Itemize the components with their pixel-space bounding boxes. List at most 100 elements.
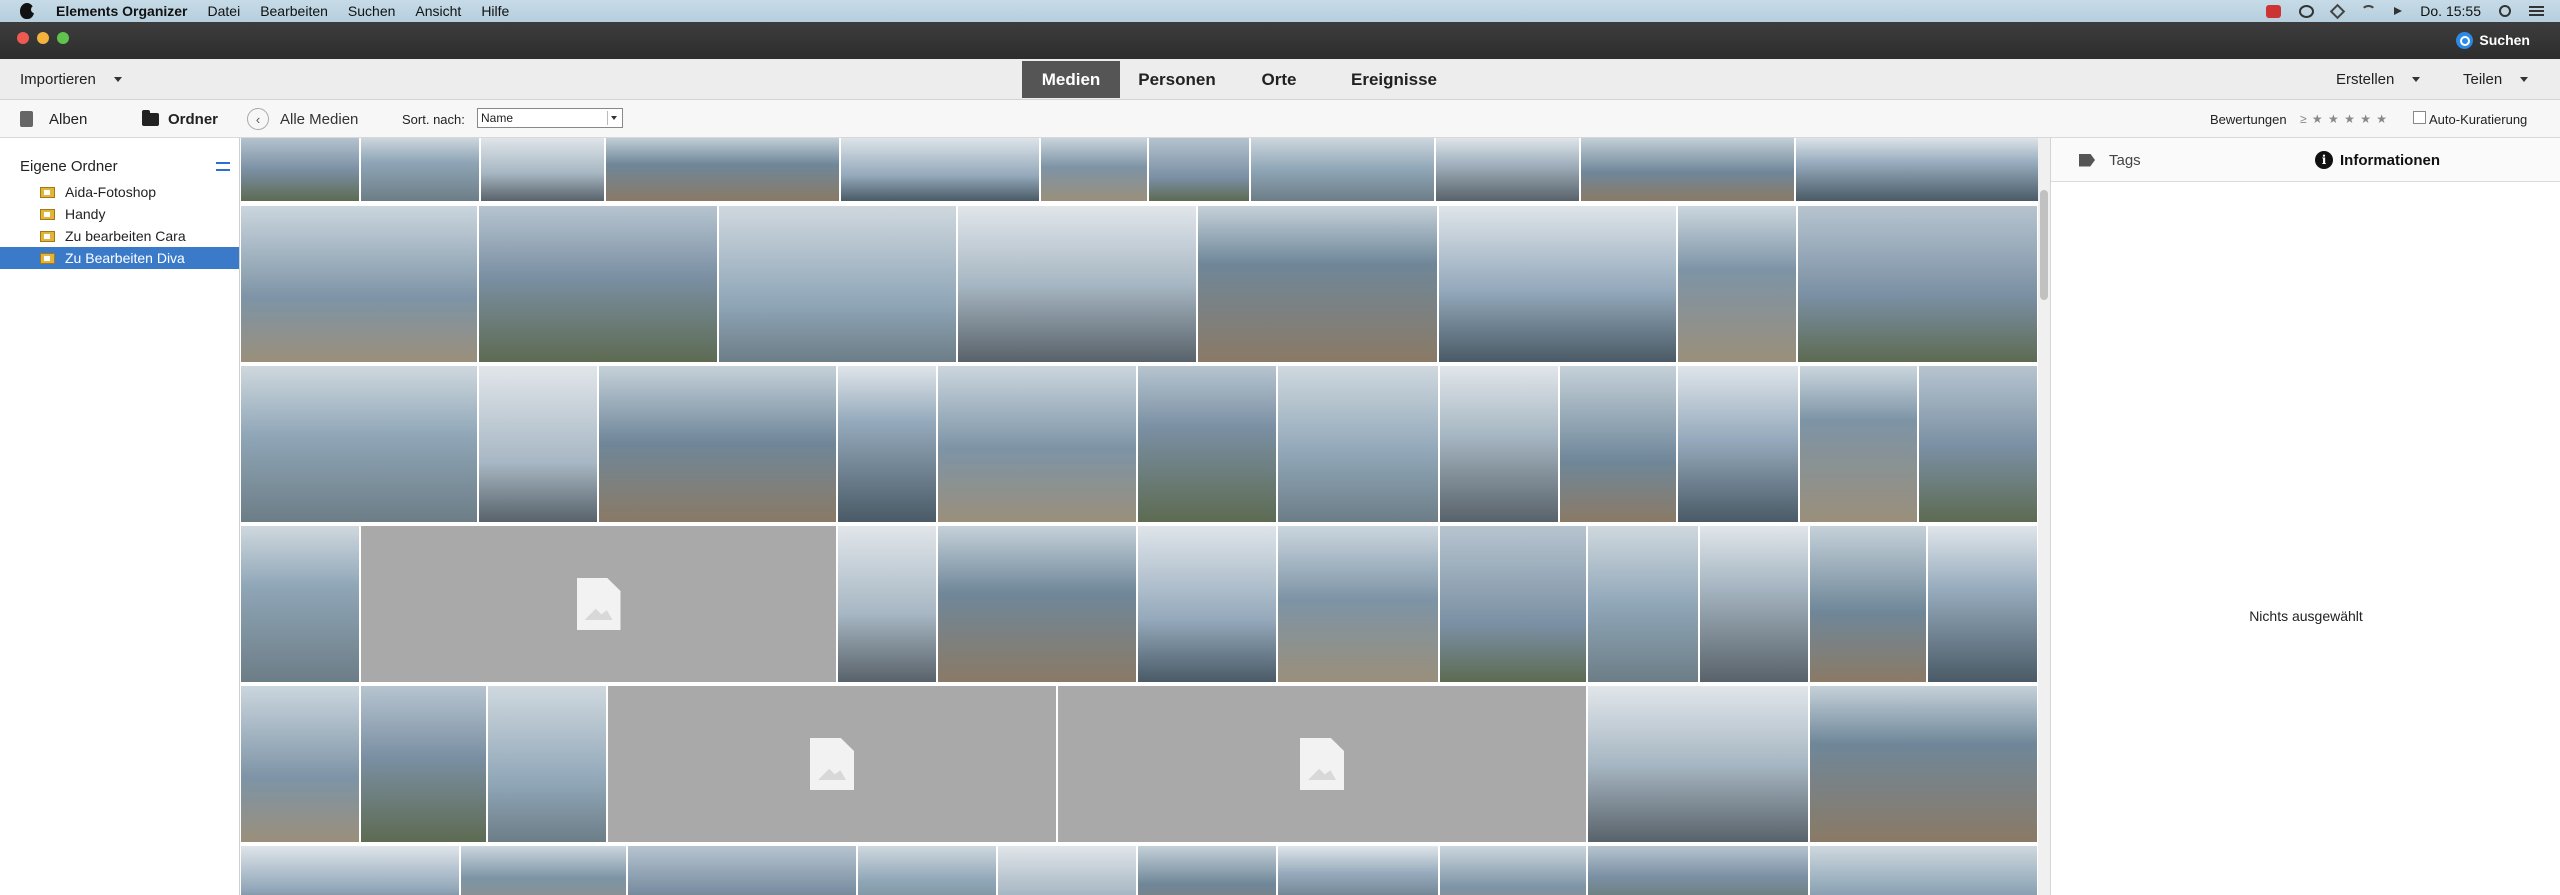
photo-thumbnail[interactable] — [841, 138, 1039, 201]
photo-thumbnail[interactable] — [1800, 366, 1917, 522]
photo-thumbnail[interactable] — [361, 686, 486, 842]
menu-bearbeiten[interactable]: Bearbeiten — [260, 3, 328, 19]
folder-item[interactable]: Zu bearbeiten Cara — [0, 225, 239, 247]
auto-curation-checkbox[interactable] — [2413, 111, 2426, 124]
missing-media-thumbnail[interactable] — [1058, 686, 1586, 842]
photo-thumbnail[interactable] — [241, 138, 359, 201]
photo-thumbnail[interactable] — [599, 366, 836, 522]
menu-app-name[interactable]: Elements Organizer — [56, 3, 188, 19]
missing-media-thumbnail[interactable] — [361, 526, 836, 682]
photo-thumbnail[interactable] — [1560, 366, 1676, 522]
photo-thumbnail[interactable] — [1251, 138, 1434, 201]
photo-thumbnail[interactable] — [998, 846, 1136, 895]
tab-ereignisse[interactable]: Ereignisse — [1324, 61, 1464, 98]
tab-tags[interactable]: Tags — [2079, 138, 2141, 182]
photo-thumbnail[interactable] — [1439, 206, 1676, 362]
share-button[interactable]: Teilen — [2463, 59, 2529, 100]
photo-thumbnail[interactable] — [1440, 366, 1558, 522]
photo-thumbnail[interactable] — [1588, 846, 1808, 895]
clock[interactable]: Do. 15:55 — [2420, 3, 2481, 19]
photo-thumbnail[interactable] — [479, 366, 597, 522]
auto-curation-label[interactable]: Auto-Kuratierung — [2429, 100, 2527, 138]
photo-thumbnail[interactable] — [241, 846, 459, 895]
photo-thumbnail[interactable] — [1041, 138, 1147, 201]
photo-thumbnail[interactable] — [1440, 526, 1586, 682]
ratings-stars[interactable]: ≥ ★ ★ ★ ★ ★ — [2300, 100, 2388, 138]
menu-suchen[interactable]: Suchen — [348, 3, 395, 19]
time-machine-icon[interactable] — [2299, 4, 2315, 18]
photo-thumbnail[interactable] — [1138, 846, 1276, 895]
all-media-label[interactable]: Alle Medien — [280, 100, 358, 138]
notification-center-icon[interactable] — [2529, 6, 2544, 16]
photo-thumbnail[interactable] — [606, 138, 839, 201]
tab-orte[interactable]: Orte — [1234, 61, 1324, 98]
spotlight-icon[interactable] — [2499, 5, 2511, 17]
photo-thumbnail[interactable] — [628, 846, 856, 895]
photo-thumbnail[interactable] — [1588, 526, 1698, 682]
search-button[interactable]: Suchen — [2456, 28, 2530, 52]
photo-thumbnail[interactable] — [1810, 526, 1926, 682]
photo-thumbnail[interactable] — [241, 686, 359, 842]
photo-thumbnail[interactable] — [488, 686, 606, 842]
photo-thumbnail[interactable] — [1928, 526, 2037, 682]
tab-medien[interactable]: Medien — [1022, 61, 1120, 98]
tab-informationen[interactable]: i Informationen — [2315, 138, 2440, 182]
import-button[interactable]: Importieren — [20, 59, 122, 100]
photo-thumbnail[interactable] — [1678, 366, 1798, 522]
photo-thumbnail[interactable] — [1138, 526, 1276, 682]
view-options-icon[interactable] — [216, 162, 230, 171]
photo-thumbnail[interactable] — [1810, 686, 2037, 842]
photo-thumbnail[interactable] — [481, 138, 604, 201]
minimize-window-button[interactable] — [37, 32, 49, 44]
photo-thumbnail[interactable] — [958, 206, 1196, 362]
create-button[interactable]: Erstellen — [2336, 59, 2421, 100]
photo-thumbnail[interactable] — [1588, 686, 1808, 842]
photo-thumbnail[interactable] — [1919, 366, 2037, 522]
photo-thumbnail[interactable] — [479, 206, 717, 362]
photo-thumbnail[interactable] — [1440, 846, 1586, 895]
folders-tab[interactable]: Ordner — [142, 100, 218, 138]
photo-thumbnail[interactable] — [241, 526, 359, 682]
folder-item[interactable]: Handy — [0, 203, 239, 225]
menu-hilfe[interactable]: Hilfe — [481, 3, 509, 19]
photo-thumbnail[interactable] — [1700, 526, 1808, 682]
photo-thumbnail[interactable] — [1678, 206, 1796, 362]
zoom-window-button[interactable] — [57, 32, 69, 44]
photo-thumbnail[interactable] — [1436, 138, 1579, 201]
photo-thumbnail[interactable] — [1810, 846, 2037, 895]
photo-thumbnail[interactable] — [1278, 366, 1438, 522]
photo-thumbnail[interactable] — [241, 206, 477, 362]
photo-thumbnail[interactable] — [241, 366, 477, 522]
albums-tab[interactable]: Alben — [20, 100, 87, 138]
photo-thumbnail[interactable] — [1796, 138, 2038, 201]
photo-thumbnail[interactable] — [838, 526, 936, 682]
missing-media-thumbnail[interactable] — [608, 686, 1056, 842]
close-window-button[interactable] — [17, 32, 29, 44]
scrollbar-thumb[interactable] — [2040, 190, 2048, 300]
back-button[interactable]: ‹ — [247, 108, 269, 130]
tab-personen[interactable]: Personen — [1120, 61, 1234, 98]
menu-datei[interactable]: Datei — [208, 3, 241, 19]
photo-thumbnail[interactable] — [1138, 366, 1276, 522]
photo-thumbnail[interactable] — [938, 366, 1136, 522]
photo-thumbnail[interactable] — [1278, 526, 1438, 682]
photo-thumbnail[interactable] — [1149, 138, 1249, 201]
wifi-icon[interactable] — [2361, 4, 2377, 18]
photo-thumbnail[interactable] — [838, 366, 936, 522]
photo-thumbnail[interactable] — [1278, 846, 1438, 895]
move-icon[interactable] — [2330, 3, 2346, 19]
photo-thumbnail[interactable] — [858, 846, 996, 895]
volume-icon[interactable] — [2394, 7, 2403, 15]
photo-thumbnail[interactable] — [1581, 138, 1794, 201]
photo-thumbnail[interactable] — [361, 138, 479, 201]
folder-item-selected[interactable]: Zu Bearbeiten Diva — [0, 247, 239, 269]
app-status-icon[interactable] — [2266, 4, 2282, 18]
menu-ansicht[interactable]: Ansicht — [415, 3, 461, 19]
folder-item[interactable]: Aida-Fotoshop — [0, 181, 239, 203]
photo-thumbnail[interactable] — [1198, 206, 1437, 362]
apple-icon[interactable] — [20, 3, 37, 19]
photo-thumbnail[interactable] — [1798, 206, 2037, 362]
sort-select[interactable]: Name — [477, 108, 623, 128]
photo-thumbnail[interactable] — [461, 846, 626, 895]
photo-thumbnail[interactable] — [719, 206, 956, 362]
